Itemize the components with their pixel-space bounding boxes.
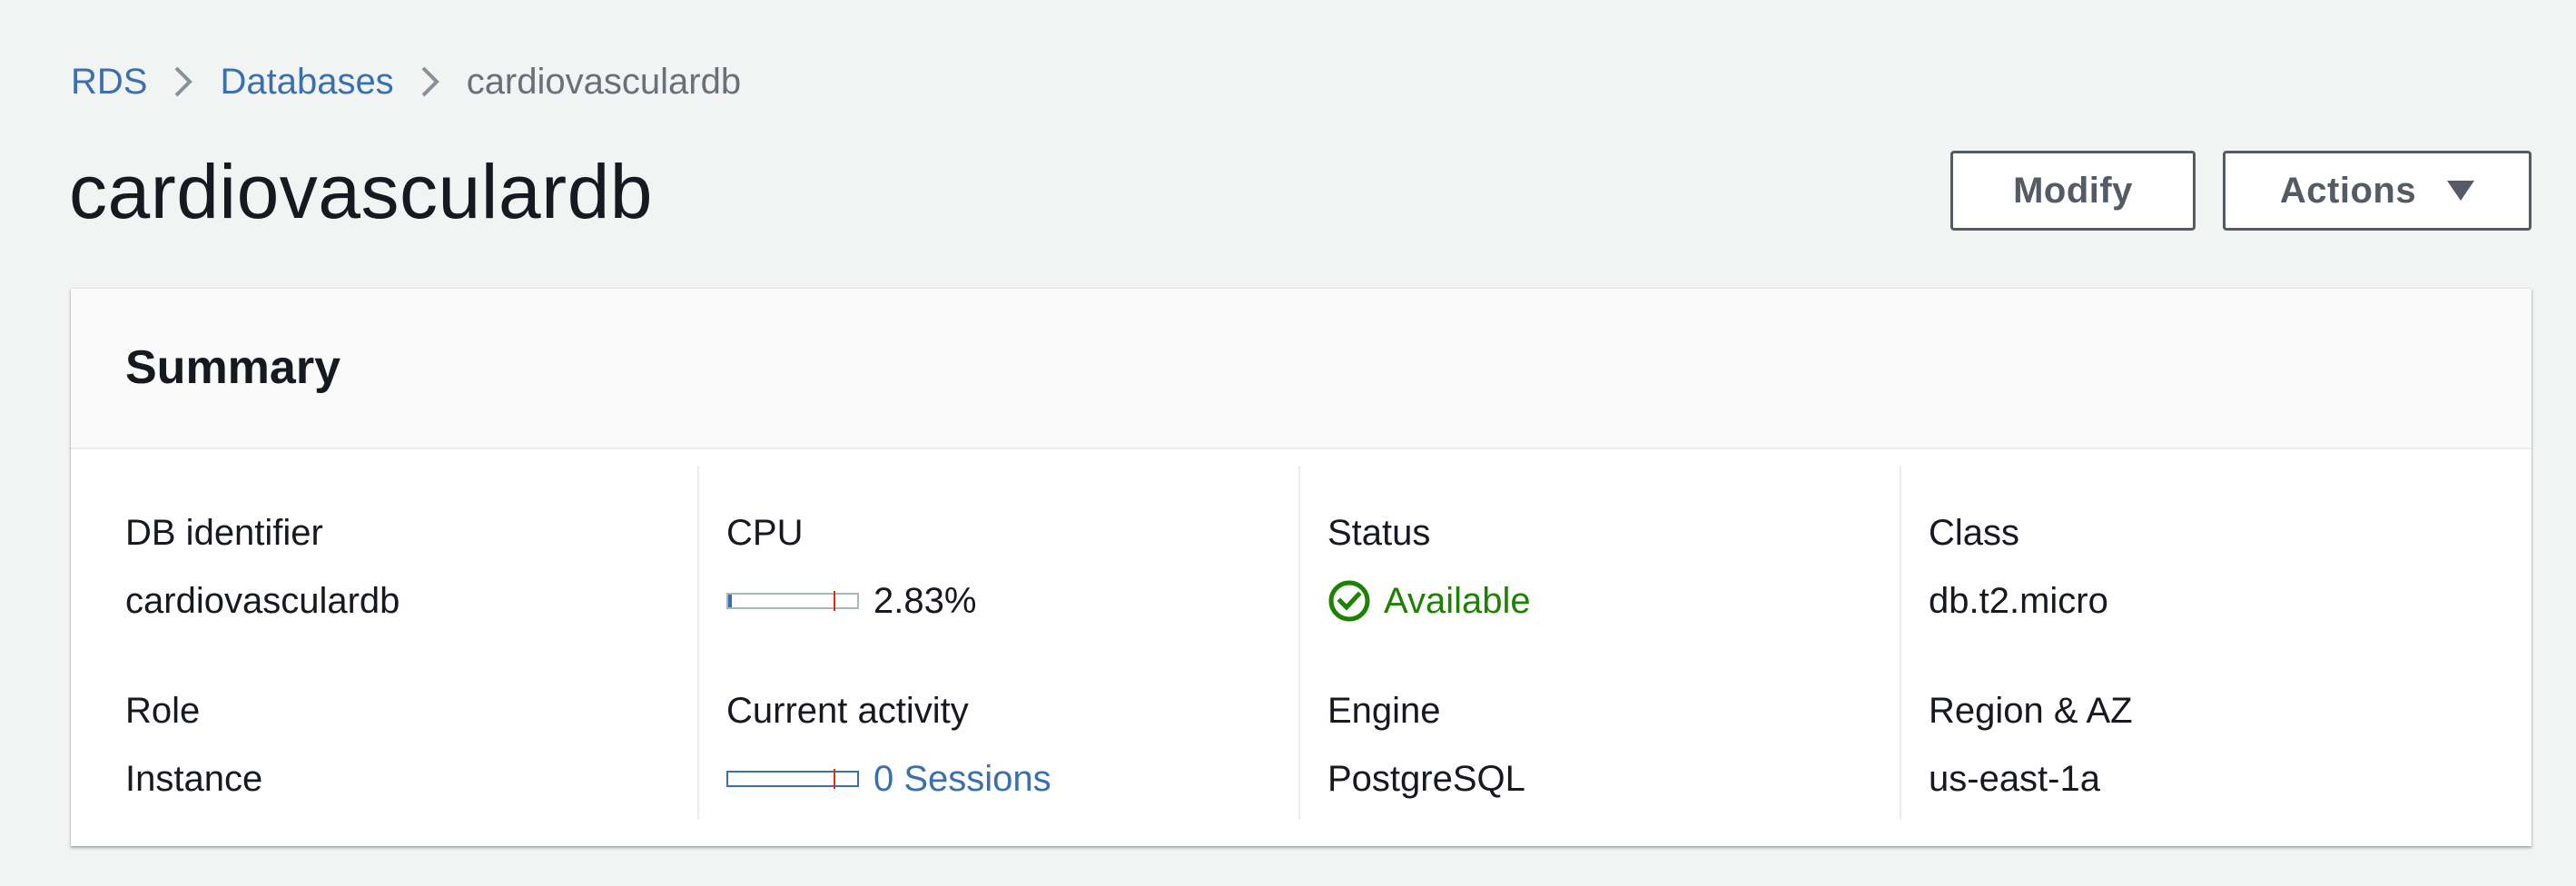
check-circle-icon: [1327, 579, 1371, 623]
summary-title: Summary: [125, 341, 341, 394]
summary-panel: Summary DB identifier cardiovasculardb R…: [71, 289, 2532, 846]
breadcrumb: RDS Databases cardiovasculardb: [71, 58, 741, 105]
role-value: Instance: [125, 759, 263, 799]
breadcrumb-databases-link[interactable]: Databases: [220, 58, 393, 105]
modify-button-label: Modify: [2013, 170, 2133, 211]
class-value: db.t2.micro: [1929, 581, 2108, 621]
current-activity-label: Current activity: [726, 691, 969, 731]
page: RDS Databases cardiovasculardb cardiovas…: [0, 0, 2576, 886]
actions-button-label: Actions: [2279, 170, 2417, 211]
modify-button[interactable]: Modify: [1950, 151, 2196, 231]
summary-column-1: DB identifier cardiovasculardb Role Inst…: [125, 466, 670, 820]
status-value: Available: [1327, 577, 1531, 625]
cpu-usage-meter: [726, 591, 859, 611]
page-title: cardiovasculardb: [69, 149, 654, 234]
breadcrumb-rds-link[interactable]: RDS: [71, 58, 147, 105]
sessions-link[interactable]: 0 Sessions: [873, 755, 1051, 802]
actions-dropdown-button[interactable]: Actions: [2223, 151, 2532, 231]
cpu-percentage: 2.83%: [873, 581, 977, 621]
cpu-usage-fill: [728, 595, 732, 607]
engine-value: PostgreSQL: [1327, 759, 1525, 799]
chevron-right-icon: [394, 58, 467, 105]
status-label: Status: [1327, 513, 1431, 553]
role-label: Role: [125, 691, 201, 731]
engine-label: Engine: [1327, 691, 1441, 731]
db-identifier-value: cardiovasculardb: [125, 581, 400, 621]
current-activity-value: 0 Sessions: [726, 755, 1051, 802]
column-divider: [697, 466, 699, 820]
cpu-value: 2.83%: [726, 577, 976, 625]
column-divider: [1298, 466, 1300, 820]
db-identifier-label: DB identifier: [125, 513, 323, 553]
region-az-value: us-east-1a: [1929, 759, 2100, 799]
summary-column-3: Status Available Engine PostgreSQL: [1327, 466, 1872, 820]
summary-column-4: Class db.t2.micro Region & AZ us-east-1a: [1929, 466, 2473, 820]
caret-down-icon: [2447, 181, 2475, 201]
status-available-text: Available: [1384, 581, 1531, 621]
cpu-threshold-marker: [834, 591, 835, 611]
column-divider: [1900, 466, 1901, 820]
class-label: Class: [1929, 513, 2020, 553]
cpu-label: CPU: [726, 513, 804, 553]
sessions-threshold-marker: [834, 769, 835, 789]
region-az-label: Region & AZ: [1929, 691, 2133, 731]
summary-header: Summary: [71, 289, 2532, 449]
sessions-meter: [726, 769, 859, 789]
breadcrumb-current: cardiovasculardb: [466, 62, 742, 102]
summary-body: DB identifier cardiovasculardb Role Inst…: [71, 449, 2532, 846]
summary-column-2: CPU 2.83% Current activity 0 Sessions: [726, 466, 1271, 820]
chevron-right-icon: [147, 58, 220, 105]
